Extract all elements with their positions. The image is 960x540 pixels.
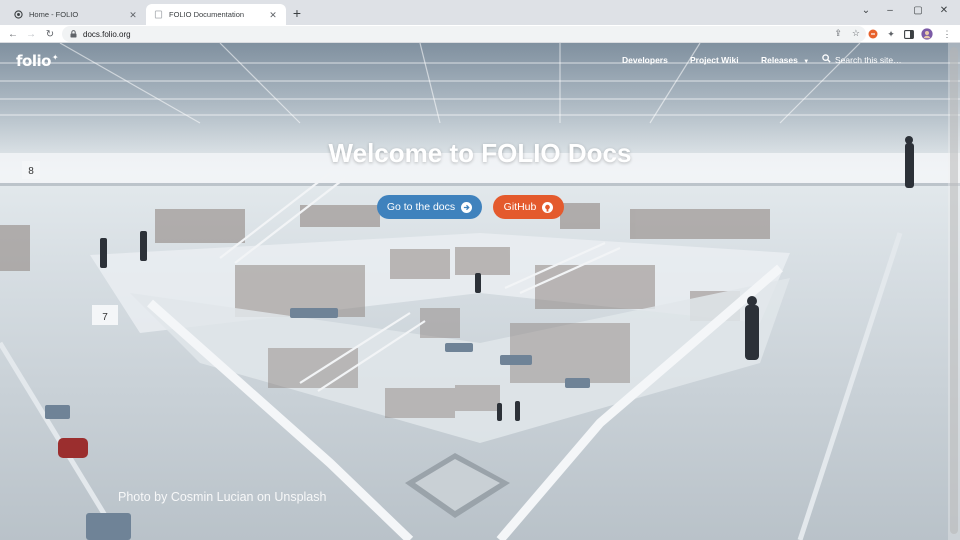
go-to-docs-button[interactable]: Go to the docs [377,195,482,219]
menu-kebab-icon[interactable]: ⋮ [940,27,954,41]
search-icon [822,54,831,65]
tab-home-folio[interactable]: Home - FOLIO ✕ [6,4,146,25]
github-button[interactable]: GitHub [493,195,564,219]
hero-title: Welcome to FOLIO Docs [328,138,632,168]
site-logo[interactable]: folio✦ [16,52,59,70]
browser-tabstrip: Home - FOLIO ✕ FOLIO Documentation ✕ + ⌄… [0,0,960,25]
address-bar[interactable]: docs.folio.org ⇪ ☆ [62,26,866,42]
photo-credit: Photo by Cosmin Lucian on Unsplash [118,490,327,504]
level-sign: 7 [102,312,108,323]
puzzle-icon[interactable]: ✦ [884,27,898,41]
browser-toolbar: ← → ↻ docs.folio.org ⇪ ☆ ✦ ⋮ [0,25,960,43]
site-navbar: folio✦ Developers Project Wiki Releases … [0,43,960,77]
extension-icon[interactable] [866,27,880,41]
tab-title: FOLIO Documentation [169,10,245,19]
profile-avatar[interactable] [920,27,934,41]
library-atrium-illustration: 8 7 [0,43,960,540]
arrow-right-circle-icon [461,201,473,213]
page-icon [154,10,163,19]
page-scrollbar[interactable] [948,43,960,540]
nav-releases-label: Releases [761,55,798,65]
caret-down-icon: ▼ [803,59,810,65]
page-viewport: 8 7 folio✦ Developers Project Wiki Relea… [0,43,960,540]
tab-title: Home - FOLIO [29,10,79,19]
github-label: GitHub [503,201,537,213]
lock-icon [70,27,77,41]
maximize-button[interactable]: ▢ [904,2,932,18]
logo-text: folio [16,52,51,70]
sidebar-icon[interactable] [902,27,916,41]
site-search[interactable]: Search this site… [822,54,902,65]
close-window-button[interactable]: ✕ [930,2,958,18]
back-icon[interactable]: ← [6,27,20,41]
search-placeholder: Search this site… [835,54,902,65]
tab-close-icon[interactable]: ✕ [128,10,138,20]
scrollbar-thumb[interactable] [950,47,958,534]
tab-close-icon[interactable]: ✕ [268,10,278,20]
tab-folio-documentation[interactable]: FOLIO Documentation ✕ [146,4,286,25]
reload-icon[interactable]: ↻ [43,27,57,41]
go-to-docs-label: Go to the docs [386,201,456,213]
share-icon[interactable]: ⇪ [834,28,842,39]
minimize-button[interactable]: – [876,2,904,18]
forward-icon[interactable]: → [24,27,38,41]
new-tab-button[interactable]: + [289,6,305,22]
nav-releases[interactable]: Releases ▼ [761,55,809,65]
globe-icon [14,10,23,19]
bookmark-star-icon[interactable]: ☆ [852,28,860,39]
logo-mark-icon: ✦ [51,53,59,62]
url-text: docs.folio.org [83,29,131,39]
hero-background: 8 7 [0,43,960,540]
github-icon [542,201,554,213]
nav-developers[interactable]: Developers [622,55,668,65]
nav-project-wiki[interactable]: Project Wiki [690,55,739,65]
